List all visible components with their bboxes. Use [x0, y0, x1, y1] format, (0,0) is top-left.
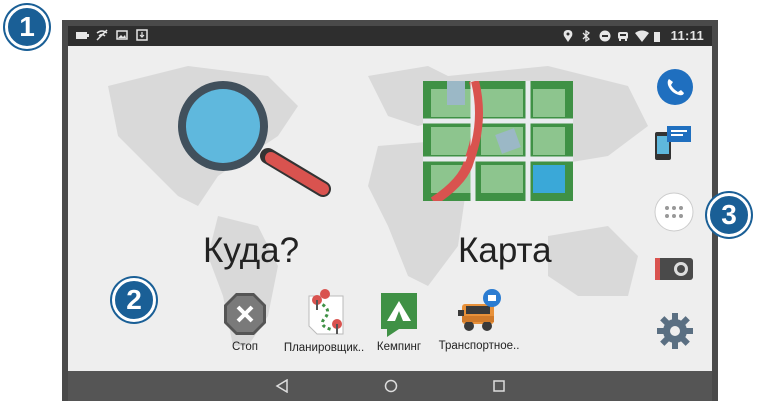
camera-button[interactable] — [653, 254, 695, 289]
do-not-disturb-icon — [599, 30, 611, 42]
app-label-camping: Кемпинг — [376, 341, 422, 353]
app-vehicle[interactable]: Транспортное.. — [434, 286, 524, 352]
where-to-label: Куда? — [203, 231, 300, 270]
settings-icon — [657, 313, 693, 349]
callout-2: 2 — [112, 278, 156, 322]
no-wifi-icon — [96, 29, 108, 41]
recents-icon[interactable] — [492, 379, 506, 393]
callout-1: 1 — [5, 5, 49, 49]
trip-planner-icon — [308, 289, 344, 335]
map-tile-icon — [423, 81, 573, 201]
back-icon[interactable] — [275, 379, 289, 393]
app-label-stop: Стоп — [231, 341, 259, 353]
status-bar: 11:11 — [68, 26, 712, 46]
battery-icon — [76, 29, 89, 41]
screen: 11:11 Куда? Карта Стоп Планировщик.. Кем… — [68, 26, 712, 401]
traffic-icon — [617, 30, 629, 42]
wifi-icon — [634, 30, 649, 42]
camping-icon — [381, 293, 417, 337]
location-icon — [563, 29, 575, 42]
messages-button[interactable] — [653, 124, 693, 169]
messages-icon — [655, 126, 691, 160]
phone-icon — [657, 69, 693, 105]
download-icon — [136, 29, 148, 41]
stop-icon — [224, 293, 266, 335]
vehicle-icon — [458, 289, 501, 331]
image-icon — [116, 29, 128, 41]
apps-button[interactable] — [654, 192, 694, 237]
signal-icon — [653, 30, 665, 42]
app-stop[interactable]: Стоп — [200, 291, 290, 353]
apps-icon — [654, 192, 694, 232]
navigation-bar — [68, 371, 712, 401]
status-time: 11:11 — [670, 28, 704, 43]
map-button[interactable]: Карта — [408, 81, 608, 296]
app-label-vehicle: Транспортное.. — [438, 340, 520, 352]
phone-button[interactable] — [656, 68, 694, 111]
map-label: Карта — [458, 231, 552, 270]
magnifier-icon — [178, 81, 331, 197]
bluetooth-icon — [581, 29, 593, 42]
settings-button[interactable] — [655, 311, 695, 356]
app-camping[interactable]: Кемпинг — [354, 291, 444, 353]
where-to-button[interactable]: Куда? — [158, 81, 358, 296]
camera-icon — [655, 258, 693, 280]
home-icon[interactable] — [384, 379, 398, 393]
callout-3: 3 — [707, 193, 751, 237]
